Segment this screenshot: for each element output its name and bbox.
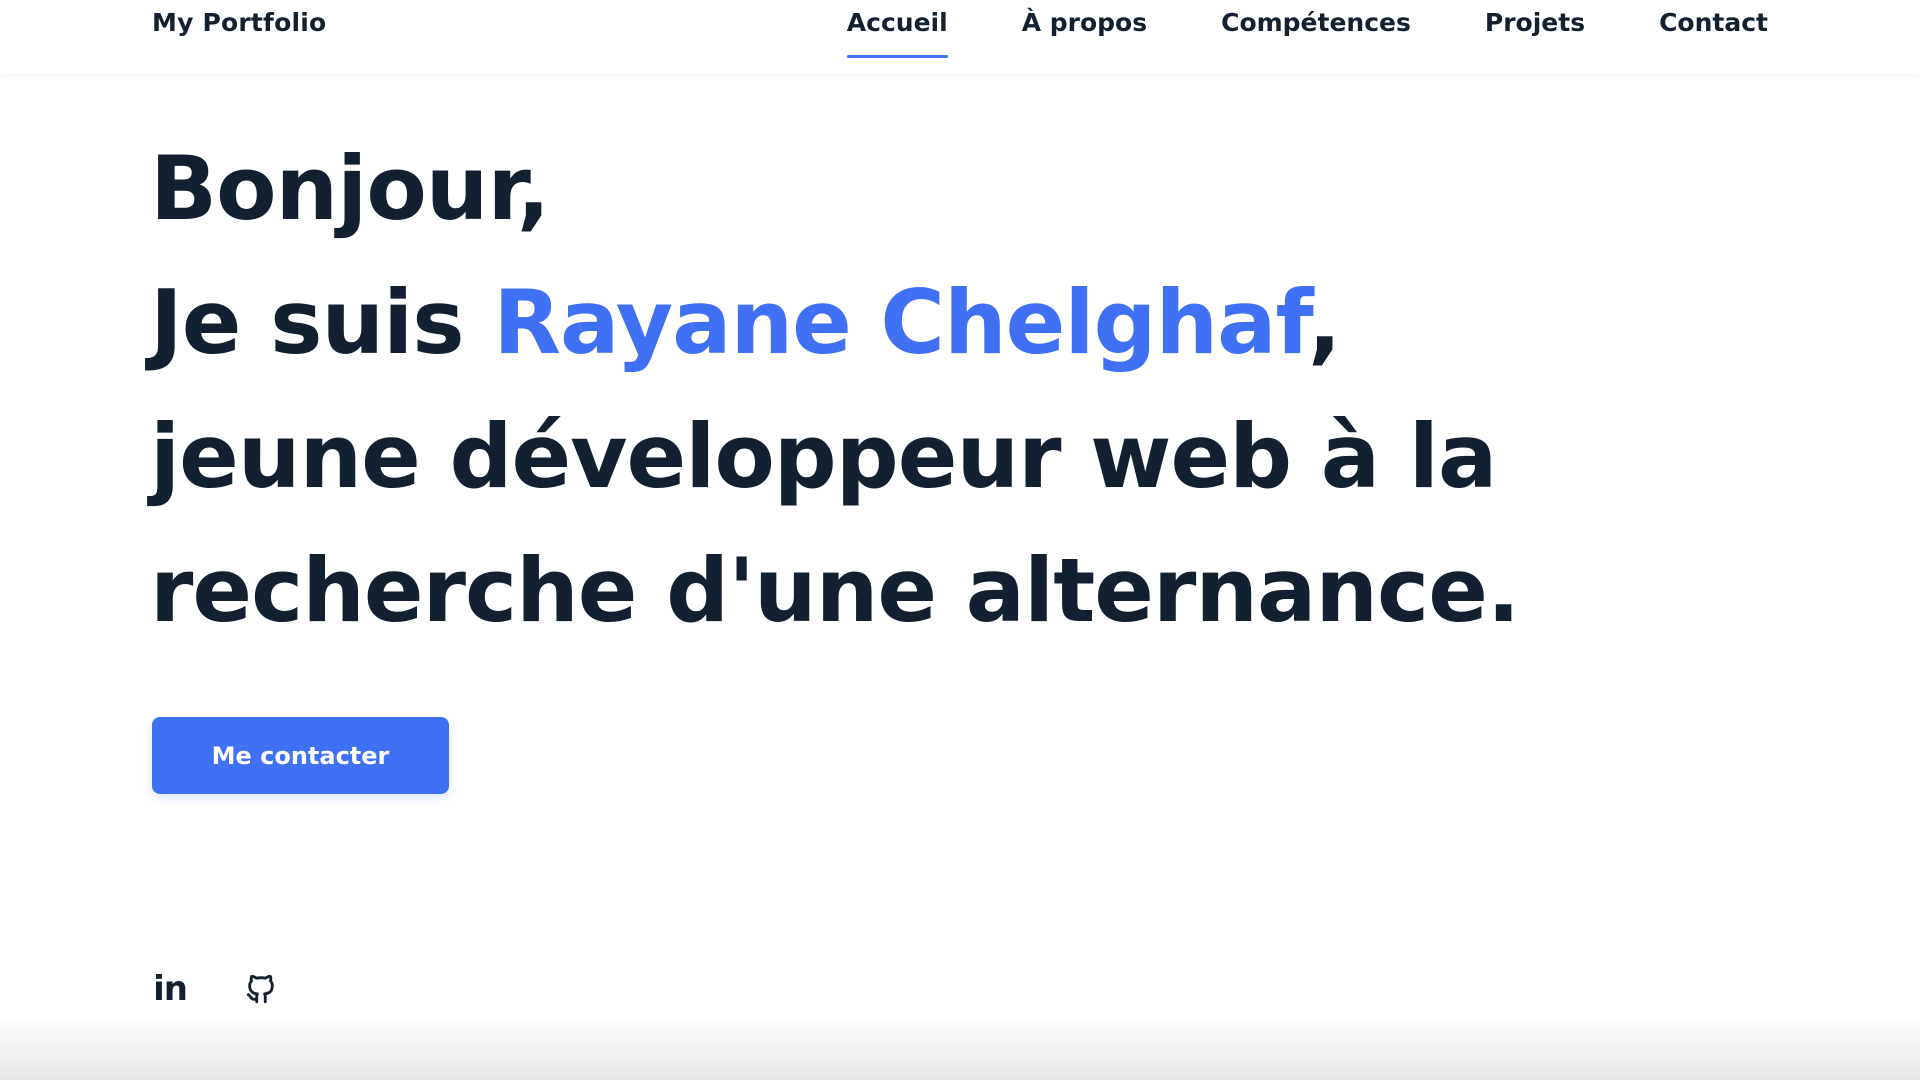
page: My Portfolio Accueil À propos Compétence… [0, 0, 1920, 1080]
linkedin-icon: in [153, 969, 188, 1009]
hero-intro-prefix: Je suis [150, 271, 494, 374]
hero-role-line: jeune développeur web à la [150, 405, 1497, 508]
github-link[interactable] [243, 970, 279, 1008]
linkedin-link[interactable]: in [152, 970, 188, 1008]
hero-greeting: Bonjour, [150, 137, 550, 240]
social-links: in [152, 970, 279, 1008]
nav-link-projets[interactable]: Projets [1485, 8, 1585, 37]
nav-link-contact[interactable]: Contact [1659, 8, 1768, 37]
brand-logo[interactable]: My Portfolio [152, 8, 326, 37]
hero-intro-line: Je suis Rayane Chelghaf, [150, 256, 1650, 390]
nav-link-accueil[interactable]: Accueil [846, 8, 948, 58]
hero-section: Bonjour, Je suis Rayane Chelghaf, jeune … [150, 122, 1650, 658]
hero-intro-suffix: , [1308, 271, 1341, 374]
hero-goal-line: recherche d'une alternance. [150, 539, 1520, 642]
nav-link-a-propos[interactable]: À propos [1022, 8, 1147, 37]
site-header: My Portfolio Accueil À propos Compétence… [0, 0, 1920, 74]
hero-name: Rayane Chelghaf [493, 271, 1309, 374]
main-nav: Accueil À propos Compétences Projets Con… [846, 8, 1768, 58]
github-icon [246, 974, 274, 1004]
bottom-fade [0, 1016, 1920, 1080]
contact-me-button[interactable]: Me contacter [152, 717, 449, 794]
hero-title: Bonjour, Je suis Rayane Chelghaf, jeune … [150, 122, 1650, 658]
nav-link-competences[interactable]: Compétences [1221, 8, 1411, 37]
